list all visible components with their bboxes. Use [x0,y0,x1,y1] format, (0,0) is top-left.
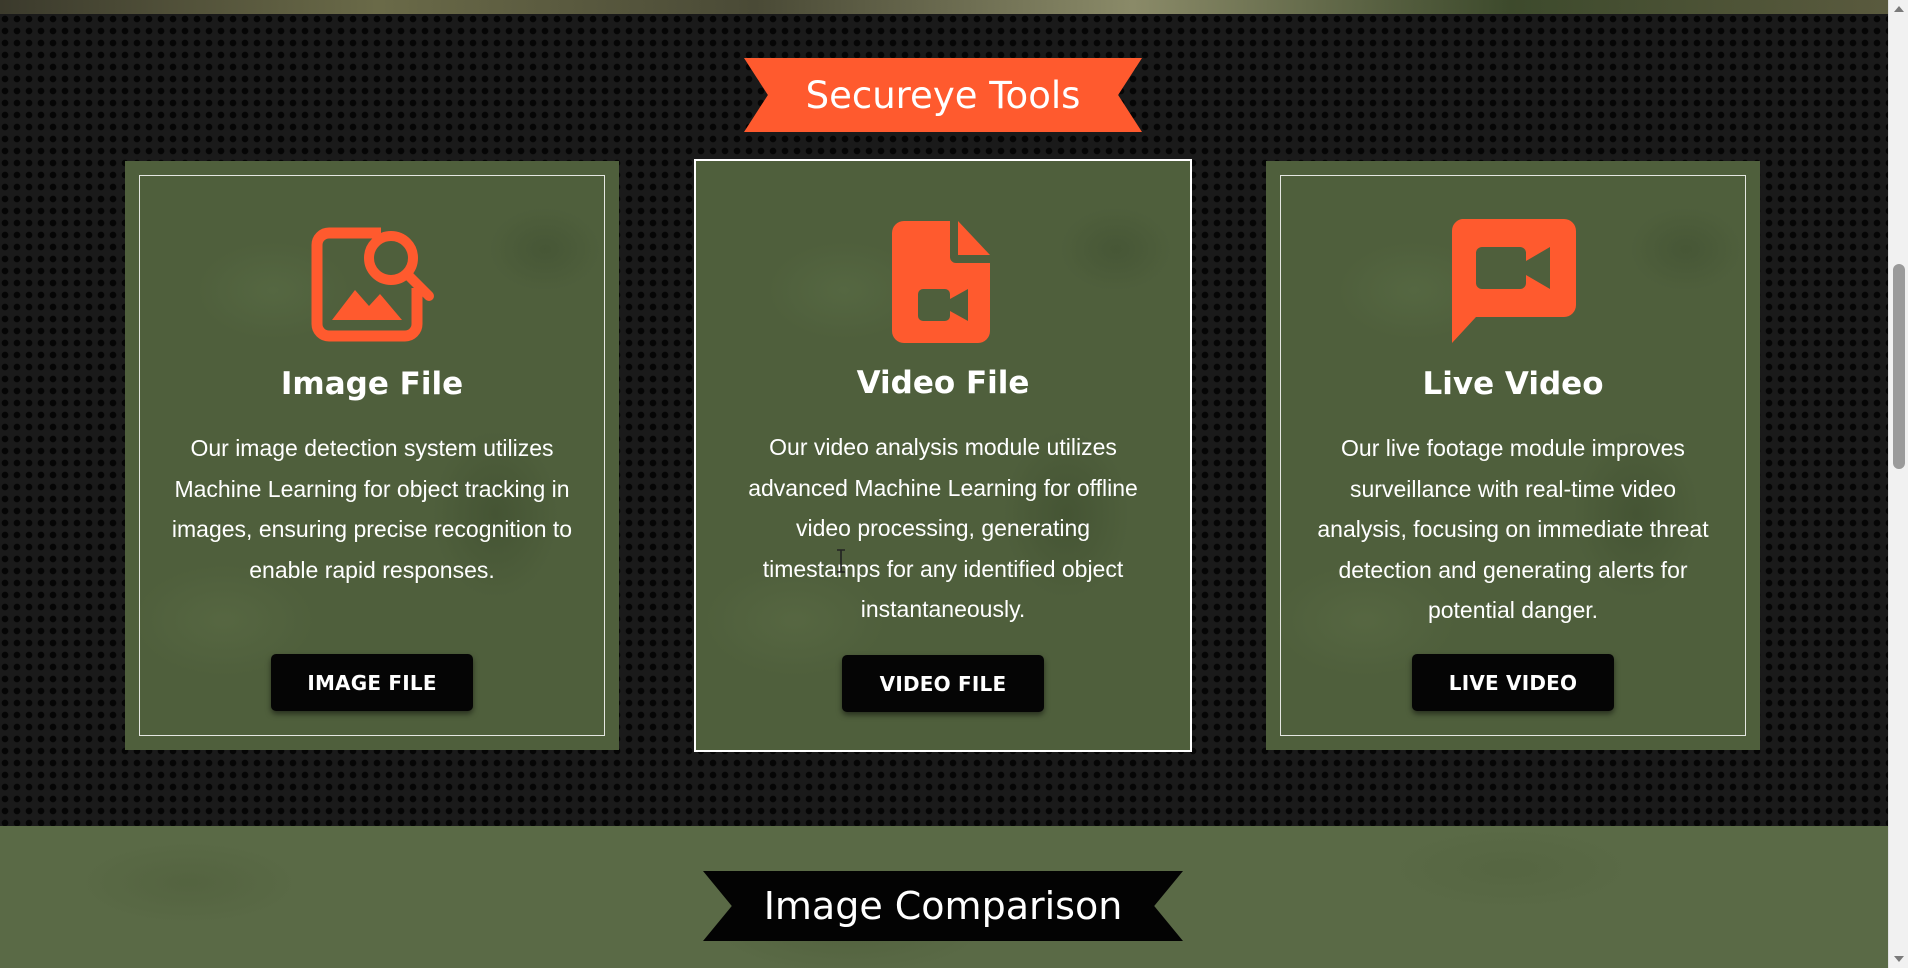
scrollbar-thumb[interactable] [1893,264,1905,469]
card-description: Our video analysis module utilizes advan… [748,434,1138,622]
scroll-up-arrow-icon[interactable] [1894,6,1904,12]
card-inner-frame: Image File Our image detection system ut… [139,175,605,736]
card-description: Our image detection system utilizes Mach… [171,435,573,583]
card-title: Live Video [1422,366,1604,402]
video-file-icon [892,217,994,345]
tool-card-image-file: Image File Our image detection system ut… [125,161,619,750]
card-title: Image File [280,366,464,402]
hero-image-bottom-edge [0,0,1888,14]
scroll-down-arrow-icon[interactable] [1894,956,1904,962]
section-title-ribbon: Secureye Tools [744,58,1142,132]
image-search-icon [307,218,437,346]
text-cursor-icon [837,549,845,573]
tool-card-video-file: Video File Our video analysis module uti… [694,159,1192,752]
comparison-title: Image Comparison [763,884,1123,928]
vertical-scrollbar[interactable] [1888,0,1908,968]
live-video-button[interactable]: LIVE VIDEO [1412,654,1614,711]
section-title: Secureye Tools [805,73,1081,117]
tool-card-live-video: Live Video Our live footage module impro… [1266,161,1760,750]
card-inner-frame: Live Video Our live footage module impro… [1280,175,1746,736]
video-file-button[interactable]: VIDEO FILE [842,655,1044,712]
comparison-title-ribbon: Image Comparison [703,871,1183,941]
card-description: Our live footage module improves surveil… [1317,435,1709,623]
image-file-button[interactable]: IMAGE FILE [271,654,473,711]
live-video-icon [1448,218,1578,346]
card-title: Video File [856,365,1030,401]
card-inner-frame: Video File Our video analysis module uti… [708,175,1178,736]
